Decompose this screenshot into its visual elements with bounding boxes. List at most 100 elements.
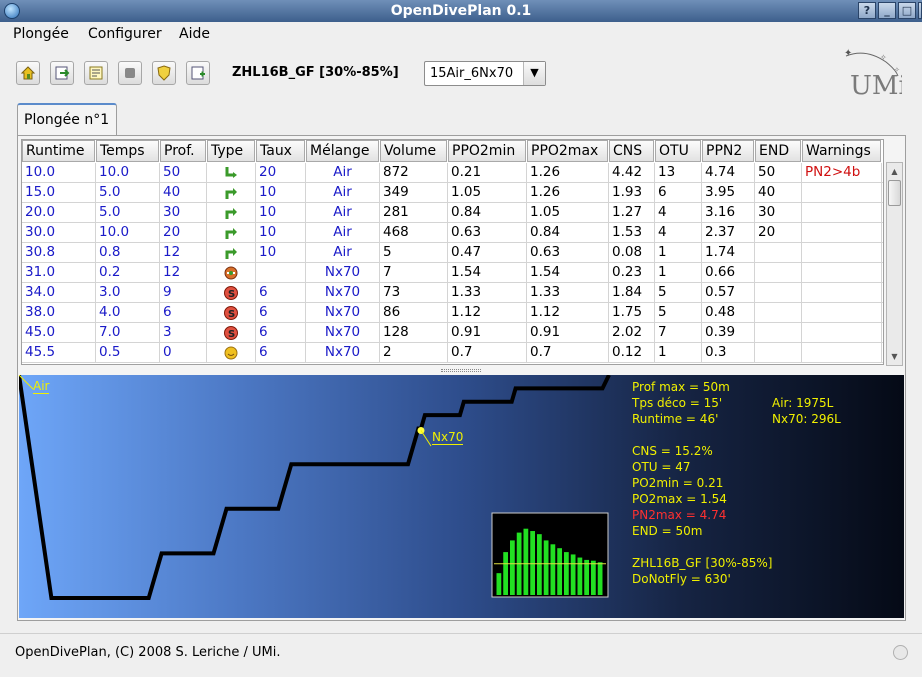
cell-type — [207, 223, 256, 243]
cell-prof: 9 — [160, 283, 207, 303]
cell-ppo2min: 0.7 — [448, 343, 527, 363]
cell-runtime: 10.0 — [22, 163, 96, 183]
notes-button[interactable] — [84, 61, 108, 85]
table-row[interactable]: 10.0 10.0 50 20 Air 872 0.21 1.26 4.42 13 4.74 50 PN… — [22, 163, 883, 183]
column-header[interactable]: Type — [207, 140, 255, 162]
cell-temps: 0.5 — [96, 343, 160, 363]
column-header[interactable]: Temps — [96, 140, 159, 162]
cell-warnings — [802, 343, 882, 363]
stop-button[interactable] — [118, 61, 142, 85]
cell-end: 40 — [755, 183, 802, 203]
cell-taux: 6 — [256, 343, 306, 363]
cell-volume: 7 — [380, 263, 448, 283]
app-window: OpenDivePlan 0.1 ? _ □ Plongée Configure… — [0, 0, 922, 677]
gas-mix-select[interactable]: 15Air_6Nx70 ▼ — [424, 61, 546, 86]
tissue-bar — [577, 557, 583, 595]
scroll-thumb[interactable] — [888, 180, 901, 206]
add-button[interactable] — [186, 61, 210, 85]
svg-text:✦: ✦ — [844, 48, 852, 59]
stat-line: END = 50m — [632, 524, 703, 538]
cell-ppo2max: 0.63 — [527, 243, 609, 263]
cell-prof: 3 — [160, 323, 207, 343]
table-row[interactable]: 20.0 5.0 30 10 Air 281 0.84 1.05 1.27 4 3.16 30 — [22, 203, 883, 223]
cell-taux: 10 — [256, 243, 306, 263]
cell-ppn2: 0.39 — [702, 323, 755, 343]
column-header[interactable]: OTU — [655, 140, 701, 162]
close-button[interactable] — [918, 2, 922, 19]
column-header[interactable]: PPN2 — [702, 140, 754, 162]
column-header[interactable]: Mélange — [306, 140, 379, 162]
cell-type — [207, 243, 256, 263]
cell-temps: 4.0 — [96, 303, 160, 323]
dive-plan-table: Runtime Temps Prof. Type Taux Mélange Volume PP… — [21, 139, 884, 365]
export-button[interactable] — [50, 61, 74, 85]
cell-runtime: 20.0 — [22, 203, 96, 223]
cell-otu: 5 — [655, 303, 702, 323]
column-header[interactable]: CNS — [609, 140, 654, 162]
cell-warnings — [802, 223, 882, 243]
maximize-button[interactable]: □ — [898, 2, 916, 19]
surface-icon — [224, 346, 238, 360]
table-scrollbar[interactable]: ▲ ▼ — [886, 162, 903, 366]
cell-prof: 20 — [160, 223, 207, 243]
column-header[interactable]: Warnings — [802, 140, 881, 162]
scroll-up-icon[interactable]: ▲ — [888, 165, 901, 178]
gas-label-leader — [420, 430, 432, 447]
column-header[interactable]: END — [755, 140, 801, 162]
column-header[interactable]: PPO2min — [448, 140, 526, 162]
splitter-handle[interactable] — [21, 367, 903, 375]
gas-mix-value: 15Air_6Nx70 — [430, 66, 514, 81]
svg-text:S: S — [228, 329, 235, 340]
table-row[interactable]: 38.0 4.0 6 S 6 Nx70 86 1.12 1.12 1.75 5 0.48 — [22, 303, 883, 323]
minimize-button[interactable]: _ — [878, 2, 896, 19]
notes-icon — [89, 66, 103, 80]
stat-line: ZHL16B_GF [30%-85%] — [632, 556, 773, 570]
column-header[interactable]: Volume — [380, 140, 447, 162]
cell-ppn2: 3.16 — [702, 203, 755, 223]
cell-cns: 0.23 — [609, 263, 655, 283]
stat-line: Tps déco = 15' — [632, 396, 723, 410]
table-row[interactable]: 45.0 7.0 3 S 6 Nx70 128 0.91 0.91 2.02 7 0.39 — [22, 323, 883, 343]
air-volume: Air: 1975L — [772, 396, 834, 410]
stop-icon: S — [224, 306, 238, 320]
help-window-button[interactable]: ? — [858, 2, 876, 19]
cell-prof: 12 — [160, 243, 207, 263]
cell-taux: 20 — [256, 163, 306, 183]
column-header[interactable]: Taux — [256, 140, 305, 162]
cell-temps: 10.0 — [96, 223, 160, 243]
cell-cns: 1.27 — [609, 203, 655, 223]
scroll-down-icon[interactable]: ▼ — [888, 350, 901, 363]
menu-configurer[interactable]: Configurer — [88, 26, 162, 42]
cell-melange: Nx70 — [306, 303, 380, 323]
shield-button[interactable] — [152, 61, 176, 85]
tab-plongee-1[interactable]: Plongée n°1 — [17, 103, 117, 136]
cell-otu: 1 — [655, 263, 702, 283]
table-row[interactable]: 30.0 10.0 20 10 Air 468 0.63 0.84 1.53 4 2.37 20 — [22, 223, 883, 243]
cell-cns: 0.08 — [609, 243, 655, 263]
title-bar[interactable]: OpenDivePlan 0.1 ? _ □ — [0, 0, 922, 22]
table-row[interactable]: 34.0 3.0 9 S 6 Nx70 73 1.33 1.33 1.84 5 0.57 — [22, 283, 883, 303]
column-header[interactable]: Runtime — [22, 140, 95, 162]
cell-warnings — [802, 243, 882, 263]
cell-type: S — [207, 283, 256, 303]
table-row[interactable]: 45.5 0.5 0 6 Nx70 2 0.7 0.7 0.12 1 0.3 — [22, 343, 883, 363]
menu-aide[interactable]: Aide — [179, 26, 210, 42]
cell-otu: 6 — [655, 183, 702, 203]
cell-ppo2max: 0.84 — [527, 223, 609, 243]
cell-cns: 4.42 — [609, 163, 655, 183]
cell-ppo2min: 1.12 — [448, 303, 527, 323]
chevron-down-icon[interactable]: ▼ — [523, 62, 545, 85]
table-row[interactable]: 30.8 0.8 12 10 Air 5 0.47 0.63 0.08 1 1.74 — [22, 243, 883, 263]
table-row[interactable]: 31.0 0.2 12 Nx70 7 1.54 1.54 0.23 1 0.66 — [22, 263, 883, 283]
cell-volume: 73 — [380, 283, 448, 303]
home-button[interactable] — [16, 61, 40, 85]
stat-line: CNS = 15.2% — [632, 444, 713, 458]
cell-melange: Nx70 — [306, 323, 380, 343]
descent-icon — [224, 166, 238, 180]
menu-plongee[interactable]: Plongée — [13, 26, 69, 42]
cell-taux: 6 — [256, 303, 306, 323]
tissue-bar — [523, 528, 529, 595]
column-header[interactable]: PPO2max — [527, 140, 608, 162]
table-row[interactable]: 15.0 5.0 40 10 Air 349 1.05 1.26 1.93 6 3.95 40 — [22, 183, 883, 203]
column-header[interactable]: Prof. — [160, 140, 206, 162]
